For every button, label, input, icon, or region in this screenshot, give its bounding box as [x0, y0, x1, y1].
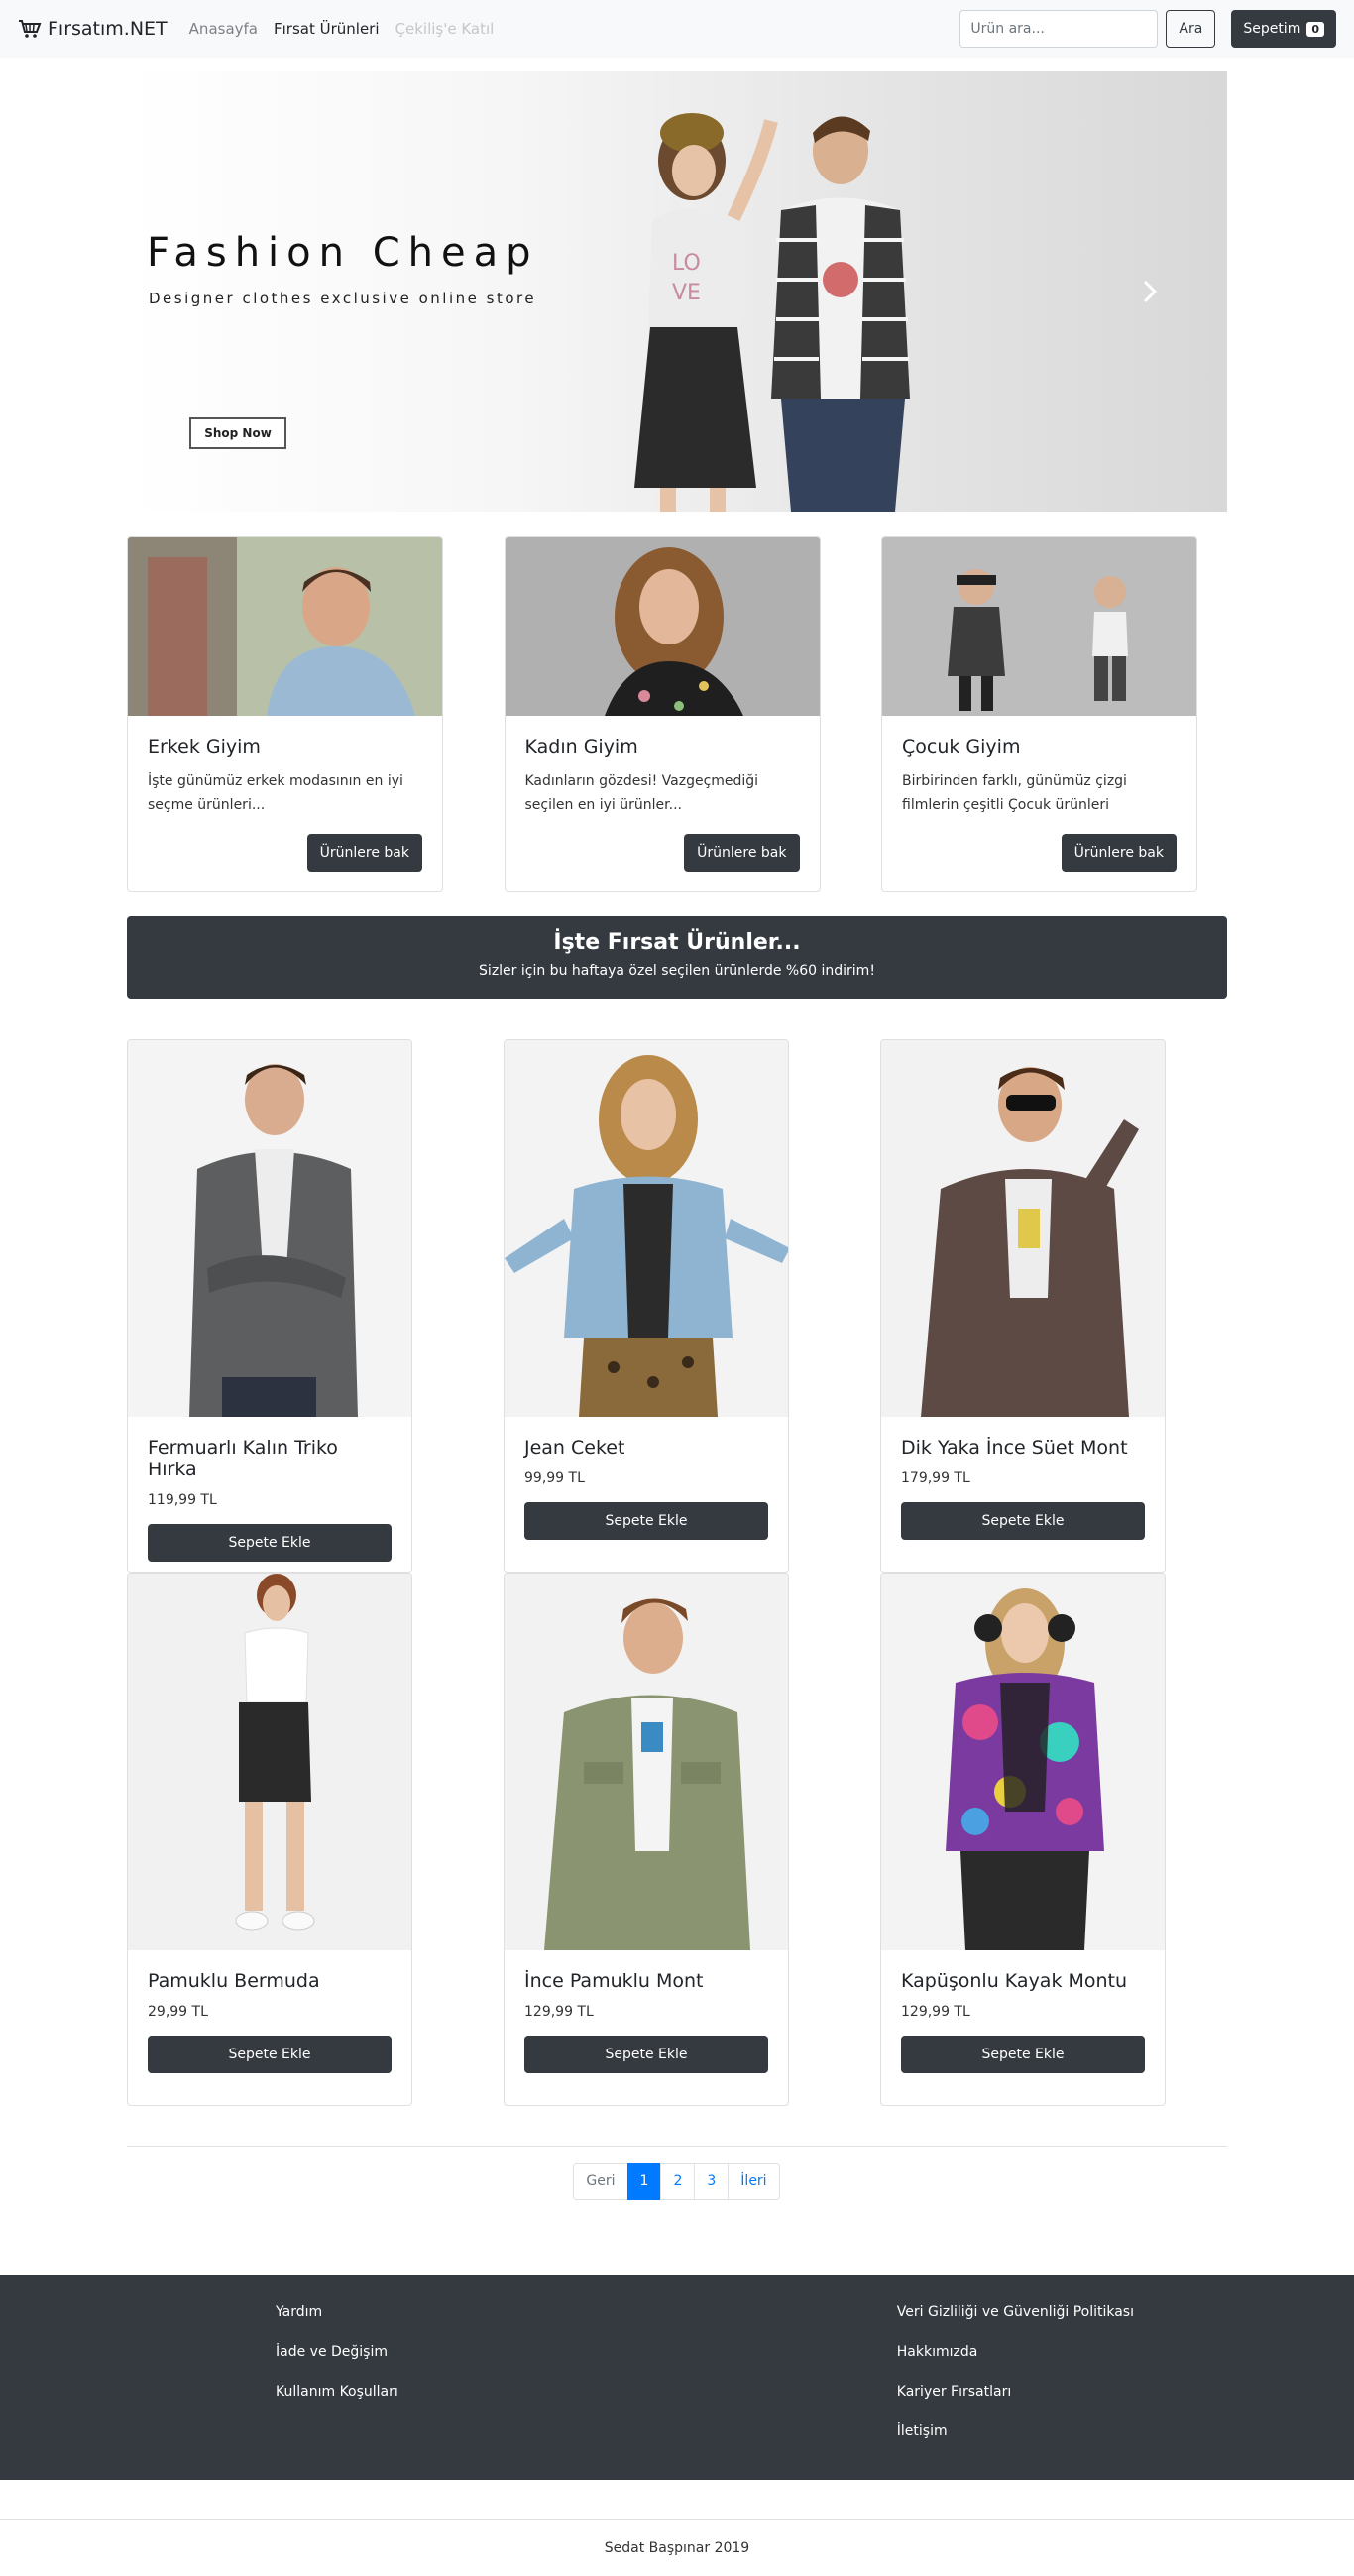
- pagination-next[interactable]: İleri: [728, 2163, 780, 2200]
- category-description: Kadınların gözdesi! Vazgeçmediği seçilen…: [524, 773, 759, 813]
- product-image[interactable]: [881, 1574, 1165, 1950]
- nav-links: Anasayfa Fırsat Ürünleri Çekiliş'e Katıl: [189, 20, 495, 38]
- view-products-button[interactable]: Ürünlere bak: [684, 834, 800, 872]
- product-image[interactable]: [128, 1574, 411, 1950]
- category-description: İşte günümüz erkek modasının en iyi seçm…: [148, 773, 403, 813]
- footer-link-terms[interactable]: Kullanım Koşulları: [276, 2384, 398, 2400]
- category-title: Kadın Giyim: [524, 736, 638, 758]
- svg-text:VE: VE: [672, 281, 701, 305]
- pagination-page-2[interactable]: 2: [660, 2163, 696, 2200]
- hero-title: Fashion Cheap: [147, 230, 539, 276]
- product-price: 129,99 TL: [524, 2004, 594, 2020]
- footer-link-contact[interactable]: İletişim: [897, 2423, 1134, 2439]
- add-to-cart-button[interactable]: Sepete Ekle: [901, 2036, 1145, 2073]
- product-name[interactable]: Dik Yaka İnce Süet Mont: [901, 1437, 1145, 1459]
- category-row: Erkek Giyim İşte günümüz erkek modasının…: [127, 536, 1227, 892]
- navbar: Fırsatım.NET Anasayfa Fırsat Ürünleri Çe…: [0, 0, 1354, 58]
- product-card: İnce Pamuklu Mont 129,99 TL Sepete Ekle: [504, 1573, 789, 2106]
- nav-link-home[interactable]: Anasayfa: [189, 20, 258, 38]
- product-image[interactable]: [505, 1040, 788, 1417]
- category-description: Birbirinden farklı, günümüz çizgi filmle…: [902, 773, 1127, 813]
- shopping-cart-icon: [19, 20, 42, 38]
- footer-link-about[interactable]: Hakkımızda: [897, 2344, 1134, 2360]
- pagination-page-3[interactable]: 3: [694, 2163, 730, 2200]
- category-card-kids: Çocuk Giyim Birbirinden farklı, günümüz …: [881, 536, 1197, 892]
- nav-link-raffle: Çekiliş'e Katıl: [395, 20, 495, 38]
- footer-link-privacy[interactable]: Veri Gizliliği ve Güvenliği Politikası: [897, 2304, 1134, 2320]
- search-button[interactable]: Ara: [1166, 10, 1216, 48]
- product-card: Kapüşonlu Kayak Montu 129,99 TL Sepete E…: [880, 1573, 1166, 2106]
- add-to-cart-button[interactable]: Sepete Ekle: [524, 2036, 768, 2073]
- brand-logo[interactable]: Fırsatım.NET: [18, 18, 168, 40]
- product-grid: Fermuarlı Kalın Triko Hırka 119,99 TL Se…: [127, 1039, 1227, 2106]
- category-image-men: [128, 537, 442, 716]
- svg-text:LO: LO: [672, 251, 701, 276]
- divider: [127, 2146, 1227, 2147]
- category-card-men: Erkek Giyim İşte günümüz erkek modasının…: [127, 536, 443, 892]
- footer-link-careers[interactable]: Kariyer Fırsatları: [897, 2384, 1134, 2400]
- search-input[interactable]: [959, 10, 1159, 48]
- cart-button[interactable]: Sepetim 0: [1231, 10, 1336, 48]
- add-to-cart-button[interactable]: Sepete Ekle: [148, 1524, 392, 1562]
- category-card-women: Kadın Giyim Kadınların gözdesi! Vazgeçme…: [504, 536, 821, 892]
- add-to-cart-button[interactable]: Sepete Ekle: [901, 1502, 1145, 1540]
- product-name[interactable]: Fermuarlı Kalın Triko Hırka: [148, 1437, 392, 1480]
- hero-carousel: Fashion Cheap Designer clothes exclusive…: [127, 71, 1227, 512]
- hero-models-image: LO VE: [634, 113, 910, 512]
- product-card: Jean Ceket 99,99 TL Sepete Ekle: [504, 1039, 789, 1573]
- footer-links-left: Yardım İade ve Değişim Kullanım Koşullar…: [276, 2304, 398, 2480]
- product-card: Fermuarlı Kalın Triko Hırka 119,99 TL Se…: [127, 1039, 412, 1573]
- product-name[interactable]: Pamuklu Bermuda: [148, 1970, 392, 1992]
- product-price: 129,99 TL: [901, 2004, 970, 2020]
- product-price: 99,99 TL: [524, 1470, 585, 1486]
- banner-subtitle: Sizler için bu haftaya özel seçilen ürün…: [479, 963, 875, 979]
- nav-link-deals[interactable]: Fırsat Ürünleri: [274, 20, 380, 38]
- category-image-kids: [882, 537, 1196, 716]
- product-image[interactable]: [128, 1040, 411, 1417]
- pagination-prev: Geri: [573, 2163, 628, 2200]
- product-name[interactable]: İnce Pamuklu Mont: [524, 1970, 768, 1992]
- view-products-button[interactable]: Ürünlere bak: [1061, 834, 1177, 872]
- view-products-button[interactable]: Ürünlere bak: [306, 834, 422, 872]
- copyright-section: Sedat Başpınar 2019: [0, 2519, 1354, 2576]
- cart-label: Sepetim: [1243, 21, 1301, 37]
- add-to-cart-button[interactable]: Sepete Ekle: [148, 2036, 392, 2073]
- category-title: Erkek Giyim: [148, 736, 261, 758]
- carousel-next-icon[interactable]: [1142, 280, 1158, 303]
- copyright-text: Sedat Başpınar 2019: [604, 2540, 750, 2556]
- pagination-page-1[interactable]: 1: [626, 2163, 662, 2200]
- footer-link-help[interactable]: Yardım: [276, 2304, 398, 2320]
- brand-name: Fırsatım.NET: [48, 18, 168, 40]
- product-price: 29,99 TL: [148, 2004, 208, 2020]
- footer: Yardım İade ve Değişim Kullanım Koşullar…: [0, 2275, 1354, 2480]
- product-name[interactable]: Jean Ceket: [524, 1437, 768, 1459]
- product-image[interactable]: [881, 1040, 1165, 1417]
- product-name[interactable]: Kapüşonlu Kayak Montu: [901, 1970, 1145, 1992]
- footer-links-right: Veri Gizliliği ve Güvenliği Politikası H…: [897, 2304, 1134, 2480]
- deals-banner: İşte Fırsat Ürünler... Sizler için bu ha…: [127, 916, 1227, 999]
- banner-title: İşte Fırsat Ürünler...: [553, 930, 801, 955]
- shop-now-button[interactable]: Shop Now: [189, 417, 286, 449]
- nav-right: Ara Sepetim 0: [959, 10, 1336, 48]
- category-title: Çocuk Giyim: [902, 736, 1021, 758]
- category-image-women: [505, 537, 820, 716]
- product-card: Pamuklu Bermuda 29,99 TL Sepete Ekle: [127, 1573, 412, 2106]
- pagination: Geri 1 2 3 İleri: [0, 2163, 1354, 2200]
- product-price: 179,99 TL: [901, 1470, 970, 1486]
- product-price: 119,99 TL: [148, 1492, 217, 1508]
- product-card: Dik Yaka İnce Süet Mont 179,99 TL Sepete…: [880, 1039, 1166, 1573]
- add-to-cart-button[interactable]: Sepete Ekle: [524, 1502, 768, 1540]
- product-image[interactable]: [505, 1574, 788, 1950]
- hero-subtitle: Designer clothes exclusive online store: [149, 290, 537, 307]
- footer-link-returns[interactable]: İade ve Değişim: [276, 2344, 398, 2360]
- cart-count-badge: 0: [1306, 21, 1324, 37]
